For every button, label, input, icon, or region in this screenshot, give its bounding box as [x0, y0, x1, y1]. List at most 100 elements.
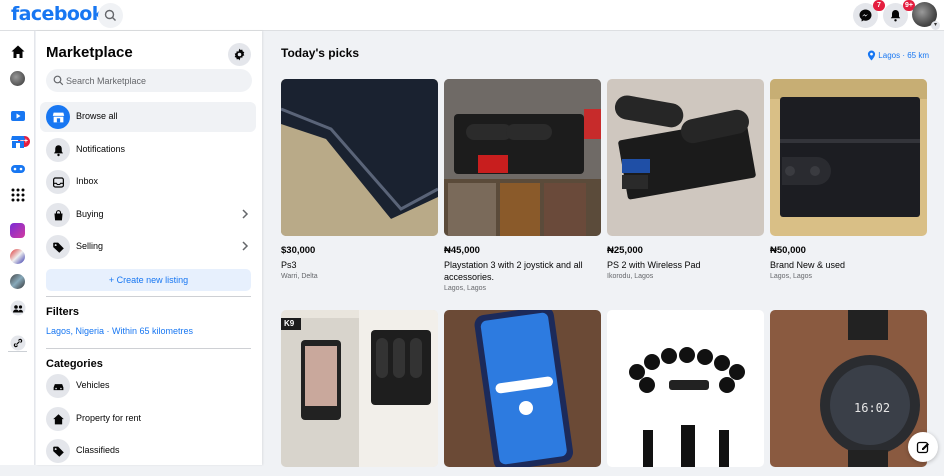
- listing-location: Lagos, Lagos: [444, 285, 487, 292]
- category-classifieds[interactable]: Classifieds: [40, 436, 256, 466]
- location-selector[interactable]: Lagos · 65 km: [867, 50, 929, 61]
- listing-price: ₦25,000: [607, 245, 643, 256]
- location-text: Lagos · 65 km: [878, 51, 929, 60]
- ps3-bundle-image: [444, 79, 601, 236]
- nav-buying[interactable]: Buying: [40, 200, 256, 230]
- categories-heading: Categories: [46, 358, 103, 370]
- new-message-button[interactable]: [908, 432, 938, 462]
- gamepad-icon: [10, 164, 25, 173]
- todays-picks-feed: Today's picks Lagos · 65 km $30,000 Ps3 …: [262, 31, 944, 467]
- gaming-shortcut[interactable]: [8, 159, 27, 178]
- sidebar-title: Marketplace: [46, 44, 133, 61]
- wireless-mic-kit-image: [281, 310, 438, 467]
- link-icon: [10, 335, 25, 350]
- filters-heading: Filters: [46, 306, 80, 318]
- marketplace-search-box: [46, 69, 252, 92]
- group-shortcut-3[interactable]: [8, 272, 27, 291]
- location-pin-icon: [868, 50, 876, 61]
- messenger-button[interactable]: 7: [853, 0, 885, 28]
- nav-label: Buying: [76, 209, 104, 219]
- listing-card[interactable]: ₦45,000 Playstation 3 with 2 joystick an…: [444, 79, 601, 292]
- group-thumbnail: [10, 274, 25, 289]
- tag-icon: [46, 235, 70, 259]
- groups-shortcut[interactable]: [8, 298, 27, 317]
- bell-icon: [46, 138, 70, 162]
- tag-icon: [46, 439, 70, 463]
- listing-card[interactable]: [444, 310, 601, 476]
- marketplace-sidebar: Marketplace Browse all Notifications Inb…: [36, 31, 262, 465]
- watch-shortcut[interactable]: [8, 106, 27, 125]
- car-icon: [46, 374, 70, 398]
- listing-card[interactable]: ₦25,000 PS 2 with Wireless Pad Ikorodu, …: [607, 79, 764, 280]
- listing-location: Lagos, Lagos: [770, 273, 813, 280]
- chevron-down-icon[interactable]: ▾: [931, 21, 940, 30]
- category-property-for-rent[interactable]: Property for rent: [40, 404, 256, 434]
- listing-title: Ps3: [281, 260, 297, 270]
- listing-price: ₦45,000: [444, 245, 480, 256]
- nav-selling[interactable]: Selling: [40, 232, 256, 262]
- listing-title: Playstation 3 with 2 joystick and all ac…: [444, 260, 583, 282]
- listing-card[interactable]: $30,000 Ps3 Warri, Delta: [281, 79, 438, 280]
- listing-card[interactable]: ₦50,000 Brand New & used Lagos, Lagos: [770, 79, 927, 280]
- menu-shortcut[interactable]: [8, 185, 27, 204]
- nav-label: Notifications: [76, 144, 126, 154]
- listing-title: PS 2 with Wireless Pad: [607, 260, 701, 270]
- nav-inbox[interactable]: Inbox: [40, 167, 256, 197]
- home-icon: [11, 45, 24, 58]
- marketplace-shortcut[interactable]: [8, 132, 27, 151]
- product-box-label: K9: [284, 319, 295, 328]
- listing-photo[interactable]: [607, 310, 764, 467]
- listing-photo[interactable]: [607, 79, 764, 236]
- divider: [46, 296, 251, 297]
- listing-photo[interactable]: K9: [281, 310, 438, 467]
- link-shortcut[interactable]: [8, 333, 27, 352]
- facebook-logo[interactable]: facebook: [11, 3, 104, 25]
- listing-photo[interactable]: 16:02: [770, 310, 927, 467]
- ps2-console-image: [614, 95, 756, 200]
- storefront-icon: [10, 135, 25, 148]
- notifications-button[interactable]: 9+: [883, 0, 915, 28]
- inbox-icon: [46, 170, 70, 194]
- ps3-console-image: [281, 79, 438, 236]
- ps4-console-image: [770, 79, 927, 217]
- chevron-right-icon: [242, 209, 249, 219]
- shopping-bag-icon: [46, 203, 70, 227]
- nav-label: Browse all: [76, 111, 118, 121]
- search-icon: [104, 9, 116, 21]
- top-navigation-bar: facebook 7 9+ ▾: [0, 0, 944, 31]
- listing-card[interactable]: K9: [281, 310, 438, 476]
- nav-notifications[interactable]: Notifications: [40, 135, 256, 165]
- storefront-icon: [46, 105, 70, 129]
- category-label: Vehicles: [76, 380, 110, 390]
- settings-button[interactable]: [228, 43, 251, 66]
- group-shortcut-2[interactable]: [8, 247, 27, 266]
- home-shortcut[interactable]: [8, 42, 27, 61]
- listing-price: ₦50,000: [770, 245, 806, 256]
- listing-photo[interactable]: [770, 79, 927, 236]
- chevron-right-icon: [242, 241, 249, 251]
- marketplace-search-input[interactable]: [66, 69, 246, 92]
- group-thumbnail: [10, 223, 25, 238]
- listing-photo[interactable]: [444, 79, 601, 236]
- listing-photo[interactable]: [444, 310, 601, 467]
- listing-photo[interactable]: [281, 79, 438, 236]
- create-new-listing-button[interactable]: + Create new listing: [46, 269, 251, 291]
- listing-card[interactable]: 16:02: [770, 310, 927, 476]
- category-vehicles[interactable]: Vehicles: [40, 371, 256, 401]
- nav-browse-all[interactable]: Browse all: [40, 102, 256, 132]
- group-shortcut-1[interactable]: [8, 221, 27, 240]
- profile-shortcut[interactable]: [8, 69, 27, 88]
- location-filter-link[interactable]: Lagos, Nigeria · Within 65 kilometres: [46, 326, 193, 336]
- gear-icon: [234, 48, 245, 61]
- house-icon: [46, 407, 70, 431]
- people-icon: [10, 300, 25, 315]
- search-button[interactable]: [98, 3, 123, 28]
- listing-location: Ikorodu, Lagos: [607, 273, 654, 280]
- nav-label: Inbox: [76, 176, 99, 186]
- listing-card[interactable]: [607, 310, 764, 476]
- bead-bracelet-cable-image: [629, 347, 745, 467]
- listing-price: $30,000: [281, 245, 316, 256]
- smartwatch-image: [820, 310, 920, 467]
- category-label: Property for rent: [76, 413, 142, 423]
- listing-title: Brand New & used: [770, 260, 846, 270]
